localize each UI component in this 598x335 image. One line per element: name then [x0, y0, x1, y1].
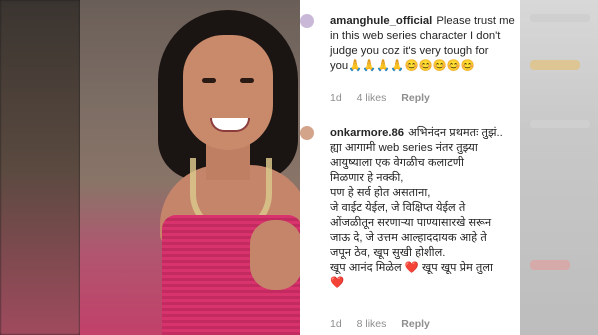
comment-time: 1d [330, 318, 342, 330]
background-right [520, 0, 598, 335]
comment-username[interactable]: amanghule_official [330, 15, 432, 27]
comment-line: खूप आनंद मिळेल ❤️ खूप खूप प्रेम तुला [330, 262, 493, 274]
comment-line: मिळणार हे नक्की, [330, 172, 404, 184]
comment-line: पण हे सर्व होत असताना, [330, 187, 431, 199]
comment-line: ह्या आगामी web series नंतर तुझ्या [330, 142, 478, 154]
comment-line: जे वाईट येईल, जे विक्षिप्त येईल ते [330, 202, 466, 214]
reply-button[interactable]: Reply [401, 318, 430, 330]
blurred-text [530, 120, 590, 128]
heart-icon: ❤️ [330, 277, 345, 289]
photo-face [183, 35, 273, 150]
comment-likes[interactable]: 4 likes [357, 92, 387, 104]
comment-username[interactable]: onkarmore.86 [330, 127, 404, 139]
avatar[interactable] [300, 14, 314, 28]
comment-time: 1d [330, 92, 342, 104]
photo-eye [240, 78, 254, 83]
comment-line: जाऊ दे, जे उत्तम आल्हाददायक आहे ते [330, 232, 487, 244]
comment-line: ओंजळीतून सरणाऱ्या पाण्यासारखे सरून [330, 217, 492, 229]
comment-text: onkarmore.86 अभिनंदन प्रथमतः तुझं.. ह्या … [330, 126, 520, 291]
comment-line: Please trust me [436, 15, 515, 27]
avatar[interactable] [300, 126, 314, 140]
blurred-text [530, 14, 590, 22]
photo-hand [250, 220, 300, 290]
background-left [0, 0, 80, 335]
comment-line: you🙏🙏🙏🙏😊😊😊😊😊 [330, 60, 475, 72]
comment-text: amanghule_official Please trust me in thi… [330, 14, 520, 74]
comment-meta: 1d 4 likes Reply [330, 92, 442, 104]
comments-panel: amanghule_official Please trust me in thi… [300, 0, 520, 335]
blurred-text [530, 260, 570, 270]
profile-photo [80, 0, 300, 335]
blurred-text [530, 60, 580, 70]
comment-line: अभिनंदन प्रथमतः तुझं.. [408, 127, 503, 139]
comment-likes[interactable]: 8 likes [357, 318, 387, 330]
reply-button[interactable]: Reply [401, 92, 430, 104]
comment-line: judge you coz it's very tough for [330, 45, 489, 57]
comment-line: आयुष्याला एक वेगळीच कलाटणी [330, 157, 464, 169]
comment-line: in this web series character I don't [330, 30, 501, 42]
comment-line: जपून ठेव, खूप सुखी होशील. [330, 247, 446, 259]
comment-meta: 1d 8 likes Reply [330, 318, 442, 330]
photo-eye [202, 78, 216, 83]
